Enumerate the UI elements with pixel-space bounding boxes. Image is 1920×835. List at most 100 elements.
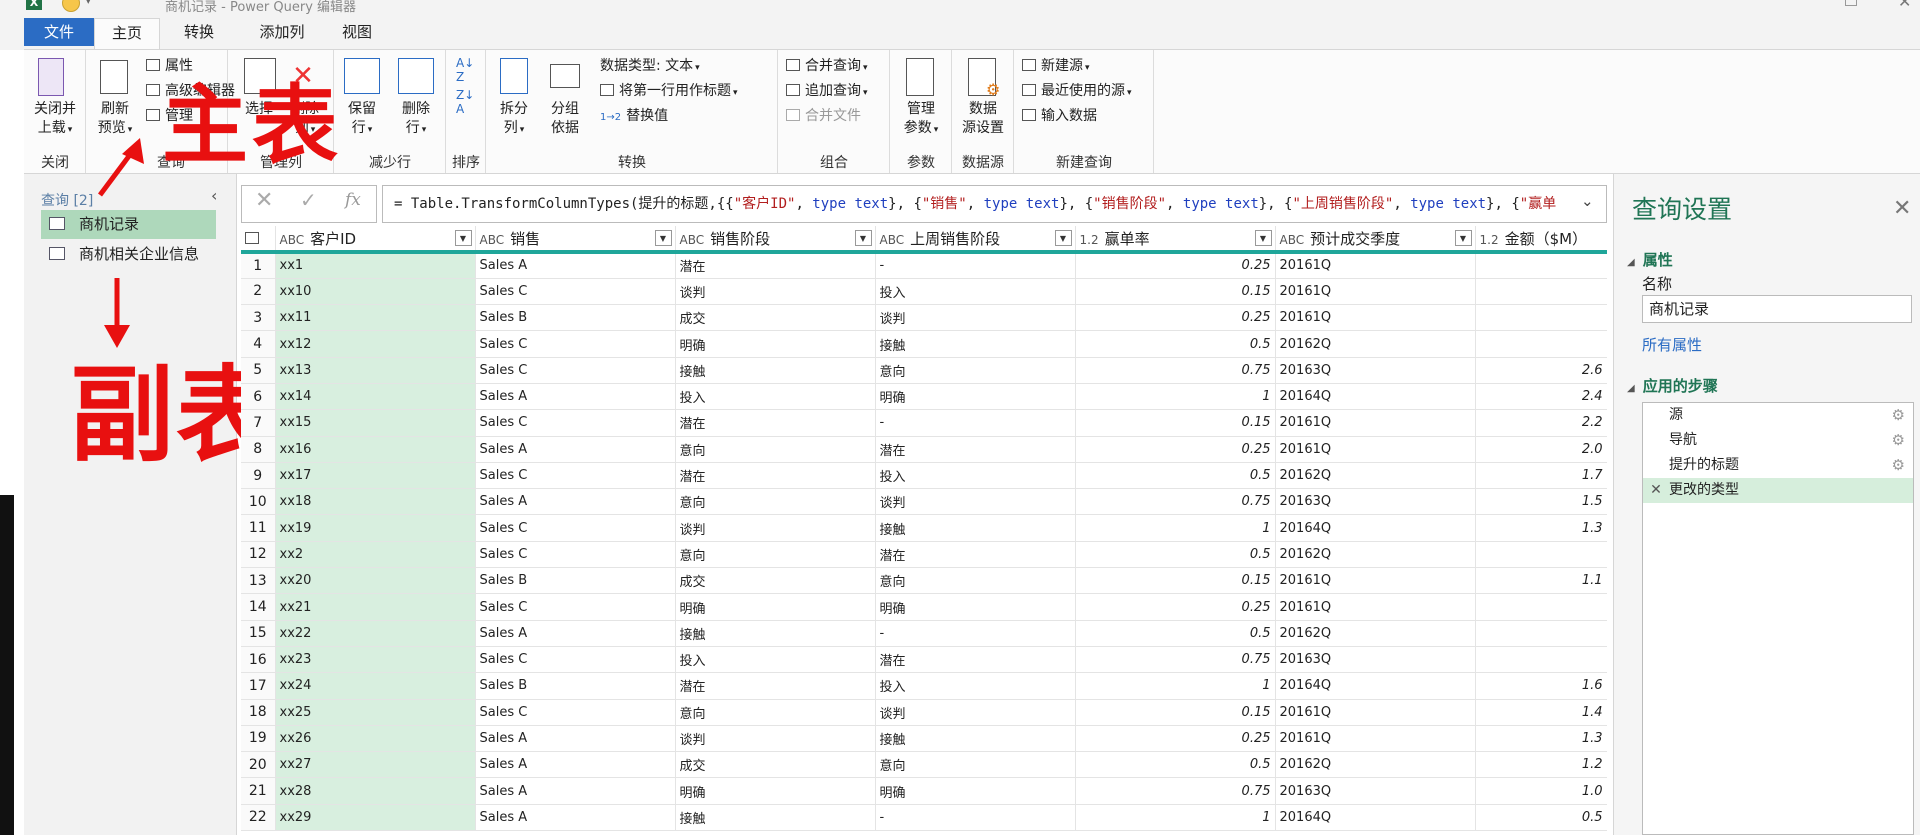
table-cell[interactable]: 1.5 (1475, 488, 1607, 516)
row-number[interactable]: 16 (241, 646, 276, 674)
row-number[interactable]: 6 (241, 383, 276, 411)
table-cell[interactable]: xx2 (275, 541, 476, 569)
table-cell[interactable]: Sales B (475, 672, 676, 700)
column-type-icon[interactable]: ABC (480, 233, 505, 247)
table-cell[interactable]: Sales A (475, 488, 676, 516)
close-window-icon[interactable]: ✕ (1898, 0, 1911, 11)
table-cell[interactable]: 潜在 (675, 462, 876, 490)
table-cell[interactable]: 1.7 (1475, 462, 1607, 490)
table-cell[interactable]: 接触 (675, 620, 876, 647)
table-cell[interactable]: 0.5 (1075, 462, 1276, 490)
table-cell[interactable]: xx15 (275, 409, 476, 437)
table-cell[interactable] (1475, 304, 1607, 332)
table-cell[interactable]: 1 (1075, 514, 1276, 542)
split-column-button[interactable]: 拆分 列 ▾ (490, 100, 538, 140)
row-number[interactable]: 8 (241, 436, 276, 463)
table-cell[interactable]: Sales C (475, 278, 676, 306)
enter-data-button[interactable]: 输入数据 (1022, 105, 1097, 127)
table-cell[interactable]: 谈判 (675, 514, 876, 542)
quick-access-dropdown-icon[interactable]: ▾ (86, 0, 91, 7)
gear-icon[interactable]: ⚙ (1892, 428, 1905, 453)
table-cell[interactable]: Sales C (475, 541, 676, 569)
table-cell[interactable]: - (875, 409, 1076, 437)
table-cell[interactable]: 2.4 (1475, 383, 1607, 411)
table-cell[interactable]: 0.15 (1075, 567, 1276, 595)
filter-dropdown-icon[interactable]: ▼ (654, 230, 672, 246)
table-cell[interactable]: 1 (1075, 383, 1276, 411)
table-cell[interactable]: 20162Q (1275, 330, 1476, 358)
applied-steps-header[interactable]: ◢ 应用的步骤 (1627, 375, 1718, 396)
table-cell[interactable]: 谈判 (875, 488, 1076, 516)
row-number[interactable]: 5 (241, 357, 276, 384)
table-cell[interactable] (1475, 330, 1607, 358)
table-cell[interactable]: 1 (1075, 672, 1276, 700)
manage-parameters-button[interactable]: 管理 参数 ▾ (894, 100, 948, 140)
remove-rows-button[interactable]: 删除 行 ▾ (390, 100, 442, 140)
table-cell[interactable]: Sales A (475, 252, 676, 279)
table-cell[interactable]: 20162Q (1275, 620, 1476, 647)
expand-formula-icon[interactable]: ⌄ (1581, 192, 1594, 210)
step-promoted-headers[interactable]: 提升的标题 ⚙ (1643, 453, 1913, 478)
table-cell[interactable]: 0.5 (1075, 620, 1276, 647)
table-cell[interactable]: 1 (1075, 804, 1276, 832)
row-number[interactable]: 12 (241, 541, 276, 569)
table-cell[interactable]: xx24 (275, 672, 476, 700)
table-cell[interactable]: 1.1 (1475, 567, 1607, 595)
row-number[interactable]: 7 (241, 409, 276, 437)
table-cell[interactable]: 意向 (675, 541, 876, 569)
table-cell[interactable]: Sales C (475, 699, 676, 726)
table-cell[interactable]: Sales A (475, 383, 676, 411)
table-cell[interactable]: 意向 (675, 436, 876, 463)
table-cell[interactable]: Sales A (475, 436, 676, 463)
table-cell[interactable]: 1.3 (1475, 725, 1607, 753)
table-cell[interactable]: Sales B (475, 304, 676, 332)
column-header[interactable]: ABC 预计成交季度 ▼ (1275, 226, 1476, 254)
table-cell[interactable]: 意向 (675, 488, 876, 516)
table-cell[interactable]: 20161Q (1275, 567, 1476, 595)
table-cell[interactable]: Sales C (475, 330, 676, 358)
table-cell[interactable] (1475, 541, 1607, 569)
table-cell[interactable]: 20164Q (1275, 514, 1476, 542)
smiley-feedback-icon[interactable] (62, 0, 80, 12)
column-type-icon[interactable]: 1.2 (1480, 233, 1499, 247)
table-cell[interactable]: 1.4 (1475, 699, 1607, 726)
table-cell[interactable]: 2.2 (1475, 409, 1607, 437)
step-changed-type[interactable]: ✕ 更改的类型 (1643, 478, 1913, 503)
table-cell[interactable]: xx11 (275, 304, 476, 332)
sort-descending-icon[interactable]: Z↓ A (456, 88, 474, 116)
table-cell[interactable]: 20163Q (1275, 488, 1476, 516)
step-source[interactable]: 源 ⚙ (1643, 403, 1913, 428)
column-type-icon[interactable]: 1.2 (1080, 233, 1099, 247)
table-cell[interactable]: Sales A (475, 725, 676, 753)
row-number[interactable]: 20 (241, 751, 276, 779)
table-cell[interactable]: 潜在 (675, 252, 876, 279)
row-number[interactable]: 22 (241, 804, 276, 832)
table-cell[interactable]: 20161Q (1275, 699, 1476, 726)
table-cell[interactable]: 20161Q (1275, 252, 1476, 279)
table-cell[interactable]: xx18 (275, 488, 476, 516)
table-cell[interactable]: 谈判 (875, 699, 1076, 726)
column-header[interactable]: ABC 销售 ▼ (475, 226, 676, 254)
table-cell[interactable]: 20161Q (1275, 436, 1476, 463)
group-by-button[interactable]: 分组 依据 (540, 100, 590, 138)
table-cell[interactable]: Sales C (475, 462, 676, 490)
table-cell[interactable]: 意向 (875, 751, 1076, 779)
column-header[interactable]: 1.2 赢单率 ▼ (1075, 226, 1276, 254)
table-cell[interactable]: 意向 (675, 699, 876, 726)
formula-confirm-icon[interactable]: ✓ (300, 188, 317, 212)
table-cell[interactable] (1475, 593, 1607, 621)
table-cell[interactable]: xx26 (275, 725, 476, 753)
filter-dropdown-icon[interactable]: ▼ (1254, 230, 1272, 246)
tab-file[interactable]: 文件 (24, 18, 94, 46)
properties-section-header[interactable]: ◢ 属性 (1627, 249, 1673, 270)
table-cell[interactable]: Sales C (475, 357, 676, 384)
row-number[interactable]: 10 (241, 488, 276, 516)
gear-icon[interactable]: ⚙ (1892, 403, 1905, 428)
table-cell[interactable]: 20161Q (1275, 304, 1476, 332)
table-cell[interactable]: xx23 (275, 646, 476, 674)
formula-cancel-icon[interactable]: ✕ (255, 188, 273, 213)
table-cell[interactable]: 潜在 (875, 541, 1076, 569)
column-header[interactable]: ABC 销售阶段 ▼ (675, 226, 876, 254)
table-cell[interactable] (1475, 620, 1607, 647)
table-cell[interactable]: 20164Q (1275, 672, 1476, 700)
